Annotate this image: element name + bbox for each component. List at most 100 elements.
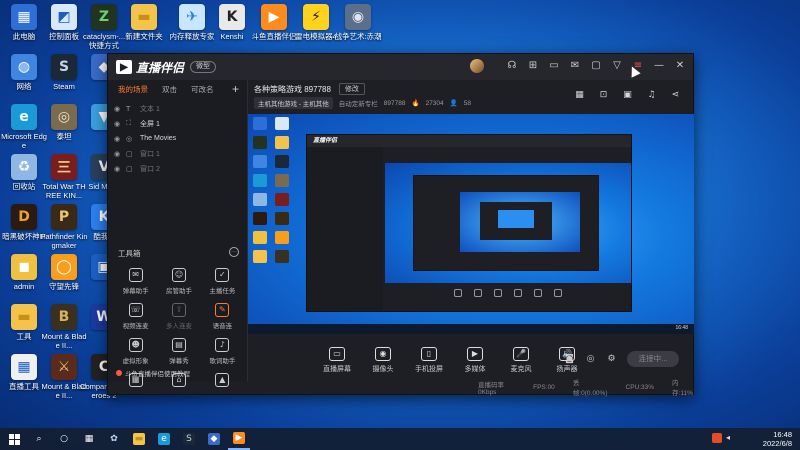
- taskbar-items: ⌕ ○ ▦ ✿ ▬ e S ◆ ▶: [25, 428, 250, 450]
- source-control[interactable]: ◉ 摄像头: [368, 347, 398, 374]
- scene-item[interactable]: ◉ ▢ 窗口 2: [108, 161, 247, 176]
- tool-button[interactable]: ✉ 弹幕助手: [114, 268, 157, 295]
- scene-item[interactable]: ◉ ◎ The Movies: [108, 131, 247, 146]
- tool-label: 虚拟形象: [122, 358, 149, 365]
- tool-button[interactable]: ✎ 语音连: [201, 303, 244, 330]
- bell-icon[interactable]: ♫: [646, 90, 657, 101]
- tool-label: 多人连麦: [165, 323, 192, 330]
- tools-more-button[interactable]: ···: [229, 247, 239, 257]
- scene-item-label: 全屏 1: [140, 120, 160, 128]
- tool-icon: ⇪: [171, 303, 186, 317]
- desktop-icon[interactable]: K Kenshi: [208, 4, 256, 41]
- desktop-icon[interactable]: ▶ 斗鱼直播伴侣: [250, 4, 298, 41]
- beta-badge[interactable]: 微型: [190, 61, 217, 73]
- chat-icon[interactable]: ▭: [547, 59, 561, 73]
- scene-item[interactable]: ◉ ▢ 窗口 1: [108, 146, 247, 161]
- gift-icon[interactable]: ⊞: [526, 59, 540, 73]
- tool-label: 歌词助手: [209, 358, 236, 365]
- box-icon[interactable]: ▢: [589, 59, 603, 73]
- eye-icon[interactable]: ◉: [114, 135, 122, 143]
- tab-rename[interactable]: 可改名: [191, 84, 214, 95]
- record-icon[interactable]: ◙: [564, 354, 575, 365]
- box-icon[interactable]: ▣: [622, 90, 633, 101]
- desktop-app-icon: ⚡: [303, 4, 329, 30]
- source-control[interactable]: 🎤 麦克风: [506, 347, 536, 374]
- douyu-tray-icon[interactable]: [712, 433, 722, 443]
- edge-icon: e: [158, 433, 170, 445]
- room-id: 897788: [383, 99, 406, 107]
- minimize-button[interactable]: —: [652, 59, 666, 73]
- tool-button[interactable]: ⇪ 多人连麦: [157, 303, 200, 330]
- settings-icon[interactable]: ⚙: [606, 354, 617, 365]
- share-icon[interactable]: ⋖: [670, 90, 681, 101]
- taskbar-app-button[interactable]: ◆: [203, 428, 225, 450]
- tool-button[interactable]: ✓ 主播任务: [201, 268, 244, 295]
- start-live-button[interactable]: 连接中...: [627, 351, 679, 367]
- preview-ctrl-icon: [494, 289, 502, 297]
- eye-icon[interactable]: ◎: [585, 354, 596, 365]
- scene-item[interactable]: ◉ ⛶ 全屏 1: [108, 116, 247, 131]
- taskbar-chat-button[interactable]: ✿: [103, 428, 125, 450]
- announce-text: 自动定新专栏: [338, 101, 378, 108]
- taskbar-edge-button[interactable]: e: [153, 428, 175, 450]
- tool-button[interactable]: ▤ 弹幕秀: [157, 338, 200, 365]
- preview-ctrl-icon: [514, 289, 522, 297]
- desktop-icon-label: 战争艺术:赤潮: [334, 32, 382, 41]
- grid-icon[interactable]: ▦: [574, 90, 585, 101]
- filter-icon[interactable]: ▽: [610, 59, 624, 73]
- room-category[interactable]: 主机其他游戏 - 主机其他: [254, 97, 333, 109]
- eye-icon[interactable]: ◉: [114, 105, 122, 113]
- taskbar-douyu-button[interactable]: ▶: [228, 428, 250, 450]
- scene-item-label: The Movies: [140, 135, 177, 142]
- desktop-app-icon: ⚔: [51, 354, 77, 380]
- desktop-icon[interactable]: ▬ 新建文件夹: [120, 4, 168, 41]
- tool-button[interactable]: ▲: [201, 373, 244, 390]
- avatar[interactable]: [470, 59, 484, 73]
- preview-time: 16:48: [675, 325, 688, 331]
- scene-item[interactable]: ◉ T 文本 1: [108, 101, 247, 116]
- live-controls: ◙ ◎ ⚙ 连接中...: [564, 351, 679, 367]
- app-icon: ◆: [208, 433, 220, 445]
- viewer-count: 27304: [425, 99, 444, 107]
- taskbar-steam-button[interactable]: S: [178, 428, 200, 450]
- preview-desktop-icon: [253, 193, 267, 206]
- source-control[interactable]: ▭ 直播屏幕: [322, 347, 352, 374]
- start-button[interactable]: [3, 428, 25, 450]
- tutorial-icon: [116, 370, 122, 376]
- desktop-icon-label: Steam: [53, 82, 75, 91]
- close-button[interactable]: ✕: [673, 59, 687, 73]
- desktop-icon[interactable]: ⚡ 雷电模拟器4: [292, 4, 340, 41]
- preview-desktop-icon: [253, 212, 267, 225]
- eye-icon[interactable]: ◉: [114, 150, 122, 158]
- source-control-icon: ▭: [329, 347, 345, 361]
- tool-button[interactable]: ♪ 歌词助手: [201, 338, 244, 365]
- tutorial-link[interactable]: 斗鱼直播伴侣使用教程: [116, 368, 190, 378]
- tool-button[interactable]: ☻ 虚拟形象: [114, 338, 157, 365]
- taskbar-search-button[interactable]: ⌕: [28, 428, 50, 450]
- preview-desktop-icon: [275, 231, 289, 244]
- lock-icon[interactable]: ⊡: [598, 90, 609, 101]
- taskbar-widgets-button[interactable]: ▦: [78, 428, 100, 450]
- headset-icon[interactable]: ☊: [505, 59, 519, 73]
- tab-my-scenes[interactable]: 我的场景: [118, 84, 148, 95]
- source-control[interactable]: ▯ 手机投屏: [414, 347, 444, 374]
- clock[interactable]: 16:48 2022/6/8: [763, 430, 792, 448]
- taskbar-file-explorer-button[interactable]: ▬: [128, 428, 150, 450]
- stream-preview[interactable]: 直播伴侣 16:48: [248, 114, 694, 334]
- eye-icon[interactable]: ◉: [114, 120, 122, 128]
- tab-double-click[interactable]: 双击: [162, 84, 177, 95]
- eye-icon[interactable]: ◉: [114, 165, 122, 173]
- desktop-icon-label: Kenshi: [220, 32, 244, 41]
- source-control[interactable]: ▶ 多媒体: [460, 347, 490, 374]
- desktop-app-icon: e: [11, 104, 37, 130]
- edit-room-button[interactable]: 修改: [338, 83, 365, 95]
- fan-count: 58: [463, 99, 471, 107]
- volume-icon[interactable]: ◂: [726, 433, 736, 443]
- nested-screen-2: [498, 210, 534, 228]
- add-scene-button[interactable]: +: [232, 82, 239, 96]
- tool-button[interactable]: ☺ 房管助手: [157, 268, 200, 295]
- desktop-icon[interactable]: ◉ 战争艺术:赤潮: [334, 4, 382, 41]
- taskbar-task-view-button[interactable]: ○: [53, 428, 75, 450]
- tool-button[interactable]: ☏ 视频连麦: [114, 303, 157, 330]
- mail-icon[interactable]: ✉: [568, 59, 582, 73]
